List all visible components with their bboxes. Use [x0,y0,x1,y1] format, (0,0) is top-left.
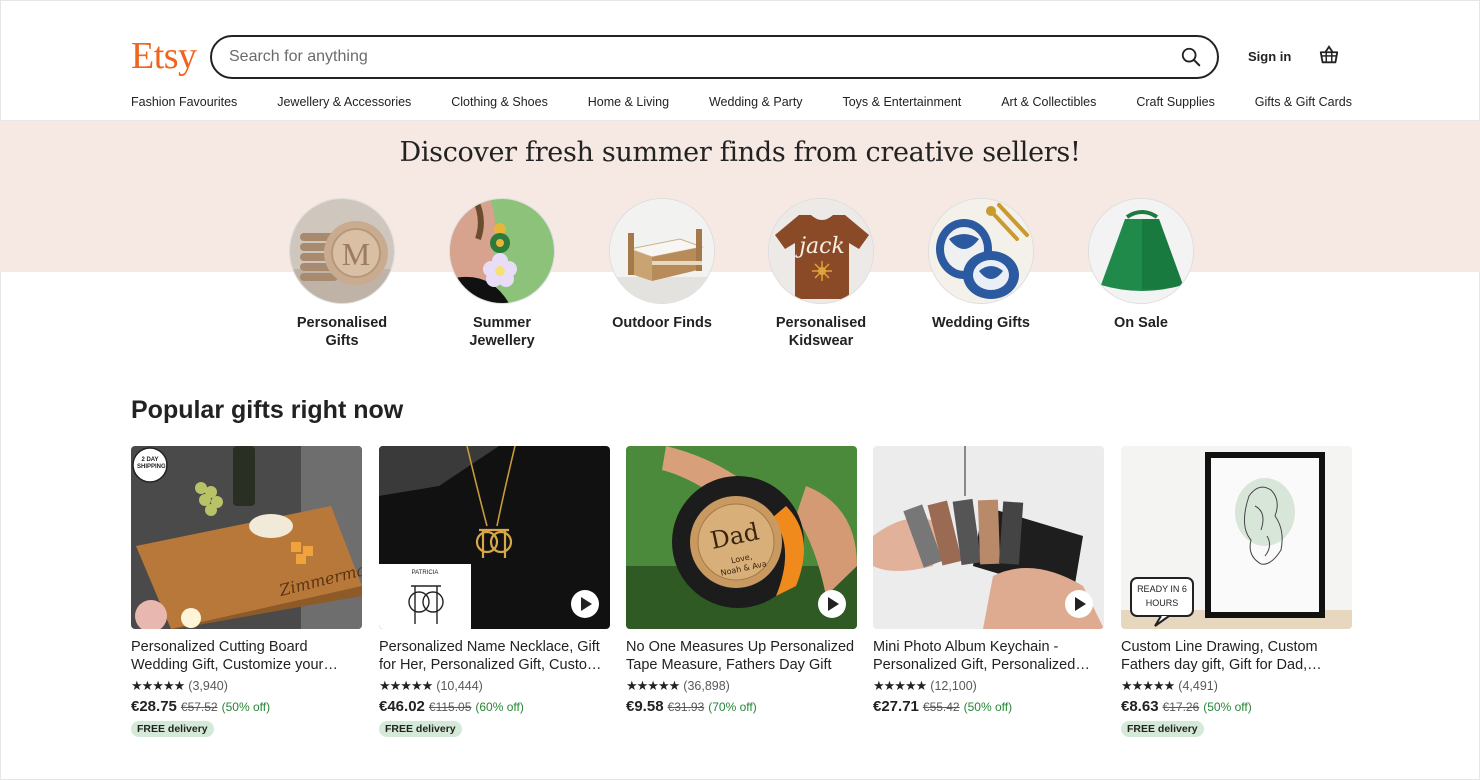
star-rating-icon: ★★★★★ [873,678,927,693]
price-row: €27.71 €55.42 (50% off) [873,698,1104,715]
shipping-badge: 2 DAY SHIPPING! [137,457,168,470]
cart-button[interactable] [1316,42,1342,68]
category-label: Wedding Gifts [931,315,1030,331]
original-price: €17.26 [1162,700,1200,714]
product-image [873,446,1104,629]
sign-in-link[interactable]: Sign in [1248,49,1291,64]
nav-item-art-collectibles[interactable]: Art & Collectibles [1001,95,1096,109]
hero-title: Discover fresh summer finds from creativ… [399,137,1081,168]
nav-item-jewellery-accessories[interactable]: Jewellery & Accessories [277,95,411,109]
category-image-wedding-gifts [928,198,1034,304]
category-label: On Sale [1114,315,1168,331]
category-label: Personalised Kidswear [775,315,867,349]
review-count: (10,444) [436,679,483,693]
sale-price: €27.71 [873,698,919,715]
review-count: (3,940) [188,679,228,693]
nav-item-home-living[interactable]: Home & Living [588,95,669,109]
category-label: Summer Jewellery [469,315,535,349]
price-row: €9.58 €31.93 (70% off) [626,698,857,715]
search-button[interactable] [1165,37,1217,77]
category-label: Outdoor Finds [612,315,712,331]
discount-label: (50% off) [963,700,1013,714]
search-input[interactable] [212,37,1165,77]
etsy-logo[interactable]: Etsy [131,36,197,76]
product-card[interactable]: Dad Love, Noah & Ava No One Measures Up … [626,446,857,715]
svg-text:jack: jack [794,234,845,259]
free-delivery-badge: FREE delivery [379,721,462,737]
price-row: €46.02 €115.05 (60% off) [379,698,610,715]
free-delivery-badge: FREE delivery [131,721,214,737]
category-summer-jewellery[interactable]: Summer Jewellery [432,198,572,350]
product-image: READY IN 6 HOURS [1121,446,1352,629]
product-card[interactable]: Mini Photo Album Keychain - Personalized… [873,446,1104,715]
section-title-popular-gifts: Popular gifts right now [131,396,404,424]
category-label: Personalised Gifts [296,315,388,349]
review-count: (12,100) [930,679,977,693]
original-price: €115.05 [428,700,472,714]
product-image: Zimmerman's 2 DAY SHIPPING! [131,446,362,629]
search-bar[interactable] [210,35,1219,79]
category-nav: Fashion Favourites Jewellery & Accessori… [131,95,1352,109]
nav-item-wedding-party[interactable]: Wedding & Party [709,95,803,109]
product-title[interactable]: Custom Line Drawing, Custom Fathers day … [1121,638,1352,674]
svg-text:M: M [342,236,370,272]
sale-price: €9.58 [626,698,664,715]
free-delivery-badge: FREE delivery [1121,721,1204,737]
product-card[interactable]: READY IN 6 HOURS Custom Line Drawing, Cu… [1121,446,1352,737]
nav-item-clothing-shoes[interactable]: Clothing & Shoes [451,95,548,109]
category-on-sale[interactable]: On Sale [1071,198,1211,332]
ready-sign-text: READY IN 6 HOURS [1137,584,1187,608]
product-rating: ★★★★★ (10,444) [379,678,610,694]
product-title[interactable]: Mini Photo Album Keychain - Personalized… [873,638,1104,674]
discount-label: (70% off) [708,700,757,714]
product-title[interactable]: Personalized Cutting Board Wedding Gift,… [131,638,362,674]
product-rating: ★★★★★ (3,940) [131,678,362,694]
price-row: €8.63 €17.26 (50% off) [1121,698,1352,715]
category-image-on-sale [1088,198,1194,304]
product-card[interactable]: PATRICIA Personalized Name Necklace, Gif… [379,446,610,737]
discount-label: (50% off) [221,700,271,714]
product-title[interactable]: No One Measures Up Personalized Tape Mea… [626,638,857,674]
card-name-text: PATRICIA [411,570,439,576]
original-price: €57.52 [180,700,218,714]
product-image: Dad Love, Noah & Ava [626,446,857,629]
category-outdoor-finds[interactable]: Outdoor Finds [592,198,732,332]
category-image-personalised-kidswear: jack [768,198,874,304]
price-row: €28.75 €57.52 (50% off) [131,698,362,715]
product-card[interactable]: Zimmerman's 2 DAY SHIPPING! Personalized… [131,446,362,737]
star-rating-icon: ★★★★★ [1121,678,1175,693]
original-price: €55.42 [922,700,960,714]
discount-label: (60% off) [475,700,524,714]
product-rating: ★★★★★ (4,491) [1121,678,1352,694]
discount-label: (50% off) [1203,700,1252,714]
product-rating: ★★★★★ (12,100) [873,678,1104,694]
product-title[interactable]: Personalized Name Necklace, Gift for Her… [379,638,610,674]
sale-price: €28.75 [131,698,177,715]
basket-icon [1319,45,1339,64]
star-rating-icon: ★★★★★ [379,678,433,693]
nav-item-craft-supplies[interactable]: Craft Supplies [1136,95,1215,109]
category-wedding-gifts[interactable]: Wedding Gifts [911,198,1051,332]
star-rating-icon: ★★★★★ [626,678,680,693]
category-image-summer-jewellery [449,198,555,304]
category-image-personalised-gifts: M [289,198,395,304]
nav-item-fashion-favourites[interactable]: Fashion Favourites [131,95,237,109]
category-image-outdoor-finds [609,198,715,304]
nav-item-toys-entertainment[interactable]: Toys & Entertainment [842,95,961,109]
nav-item-gifts-gift-cards[interactable]: Gifts & Gift Cards [1255,95,1352,109]
review-count: (4,491) [1178,679,1218,693]
original-price: €31.93 [667,700,705,714]
product-rating: ★★★★★ (36,898) [626,678,857,694]
category-personalised-gifts[interactable]: M Personalised Gifts [272,198,412,350]
sale-price: €8.63 [1121,698,1159,715]
review-count: (36,898) [683,679,730,693]
category-personalised-kidswear[interactable]: jack Personalised Kidswear [751,198,891,350]
sale-price: €46.02 [379,698,425,715]
search-icon [1181,47,1201,67]
star-rating-icon: ★★★★★ [131,678,185,693]
product-image: PATRICIA [379,446,610,629]
